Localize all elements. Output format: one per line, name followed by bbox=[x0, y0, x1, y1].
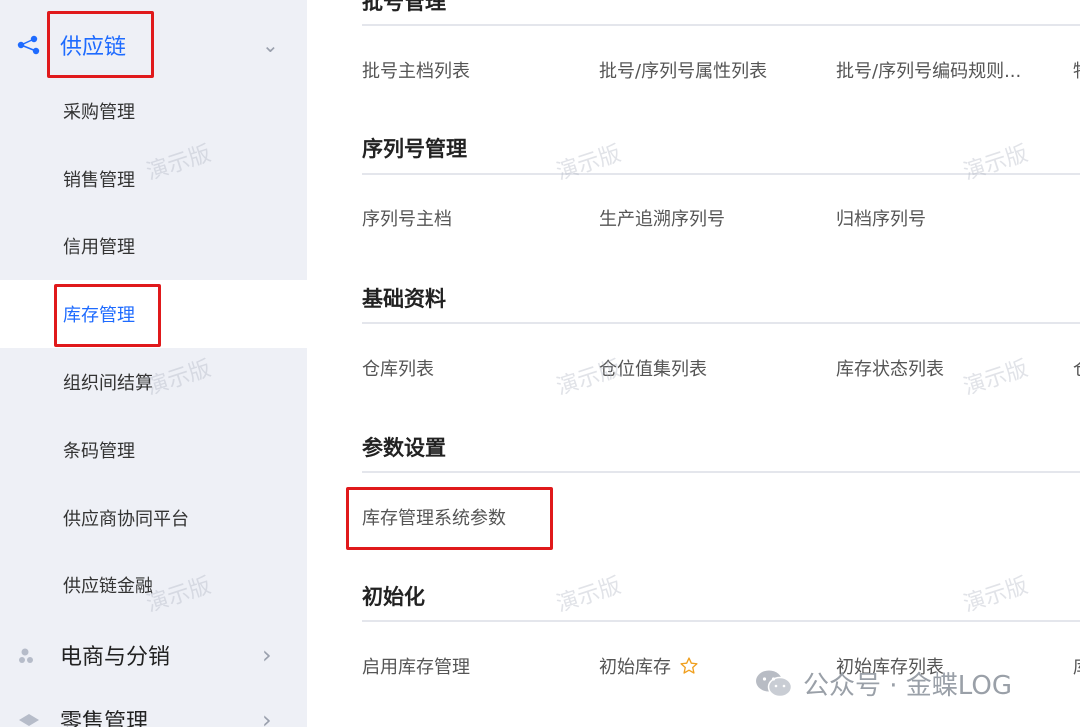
link-batch-more[interactable]: 物 bbox=[1073, 57, 1080, 83]
sidebar-item-label: 供应商协同平台 bbox=[63, 509, 189, 530]
chevron-right-icon[interactable]: › bbox=[262, 641, 272, 669]
link-serial-master[interactable]: 序列号主档 bbox=[362, 205, 452, 231]
supply-chain-icon bbox=[17, 35, 40, 55]
link-warehouse-list[interactable]: 仓库列表 bbox=[362, 355, 434, 381]
section-divider bbox=[362, 471, 1080, 473]
section-divider bbox=[362, 173, 1080, 175]
sidebar-item-label: 信用管理 bbox=[63, 237, 135, 258]
sidebar-item-supply-chain-finance[interactable]: 供应链金融 bbox=[0, 551, 307, 619]
link-init-more[interactable]: 库 bbox=[1073, 653, 1080, 679]
wechat-icon bbox=[756, 670, 793, 697]
section-divider bbox=[362, 620, 1080, 622]
link-enable-inventory[interactable]: 启用库存管理 bbox=[362, 653, 470, 679]
section-divider bbox=[362, 24, 1080, 26]
sidebar-group-supply-chain[interactable]: 供应链 ⌄ bbox=[0, 17, 307, 73]
sidebar-item-inter-org-settlement[interactable]: 组织间结算 bbox=[0, 348, 307, 416]
link-inventory-status-list[interactable]: 库存状态列表 bbox=[836, 355, 944, 381]
link-label: 初始库存 bbox=[599, 657, 671, 678]
main-content: 批号管理 批号主档列表 批号/序列号属性列表 批号/序列号编码规则... 物 序… bbox=[307, 0, 1080, 727]
link-location-valueset-list[interactable]: 仓位值集列表 bbox=[599, 355, 707, 381]
sidebar-item-supplier-platform[interactable]: 供应商协同平台 bbox=[0, 484, 307, 552]
link-inventory-system-params[interactable]: 库存管理系统参数 bbox=[362, 504, 506, 530]
sidebar-item-label: 销售管理 bbox=[63, 170, 135, 191]
link-basic-more[interactable]: 仓 bbox=[1073, 355, 1080, 381]
link-archived-serial[interactable]: 归档序列号 bbox=[836, 205, 926, 231]
sidebar-item-purchase[interactable]: 采购管理 bbox=[0, 77, 307, 145]
sidebar-group-retail[interactable]: 零售管理 › bbox=[0, 692, 307, 727]
link-batch-serial-attr-list[interactable]: 批号/序列号属性列表 bbox=[599, 57, 767, 83]
link-batch-master-list[interactable]: 批号主档列表 bbox=[362, 57, 470, 83]
link-batch-serial-rule[interactable]: 批号/序列号编码规则... bbox=[836, 57, 1021, 83]
sidebar-item-inventory[interactable]: 库存管理 bbox=[0, 280, 307, 348]
sidebar-item-label: 组织间结算 bbox=[63, 373, 153, 394]
brand-text: 公众号 · 金蝶LOG bbox=[803, 671, 1012, 701]
sidebar-item-sales[interactable]: 销售管理 bbox=[0, 145, 307, 213]
star-icon[interactable] bbox=[679, 656, 699, 676]
sidebar-item-label: 库存管理 bbox=[63, 305, 135, 326]
sidebar-item-label: 采购管理 bbox=[63, 102, 135, 123]
link-initial-inventory[interactable]: 初始库存 bbox=[599, 653, 699, 679]
ecommerce-icon bbox=[19, 648, 33, 663]
sidebar-group-ecommerce[interactable]: 电商与分销 › bbox=[0, 627, 307, 683]
section-title-basic: 基础资料 bbox=[362, 287, 446, 311]
sidebar: 供应链 ⌄ 采购管理 销售管理 信用管理 库存管理 组织间结算 条码管理 供应商… bbox=[0, 0, 307, 727]
chevron-right-icon[interactable]: › bbox=[262, 706, 272, 727]
link-production-trace-serial[interactable]: 生产追溯序列号 bbox=[599, 205, 725, 231]
retail-icon bbox=[19, 714, 39, 726]
brand-watermark: 公众号 · 金蝶LOG bbox=[755, 665, 1012, 702]
chevron-down-icon[interactable]: ⌄ bbox=[262, 33, 279, 57]
sidebar-item-label: 条码管理 bbox=[63, 441, 135, 462]
sidebar-group-label: 电商与分销 bbox=[60, 645, 171, 670]
sidebar-group-label: 零售管理 bbox=[60, 710, 149, 727]
section-title-params: 参数设置 bbox=[362, 436, 446, 460]
section-title-batch: 批号管理 bbox=[362, 0, 446, 14]
section-title-serial: 序列号管理 bbox=[362, 137, 467, 161]
sidebar-item-credit[interactable]: 信用管理 bbox=[0, 212, 307, 280]
sidebar-group-label: 供应链 bbox=[60, 35, 127, 60]
sidebar-item-barcode[interactable]: 条码管理 bbox=[0, 416, 307, 484]
sidebar-item-label: 供应链金融 bbox=[63, 576, 153, 597]
section-divider bbox=[362, 322, 1080, 324]
section-title-init: 初始化 bbox=[362, 585, 425, 609]
